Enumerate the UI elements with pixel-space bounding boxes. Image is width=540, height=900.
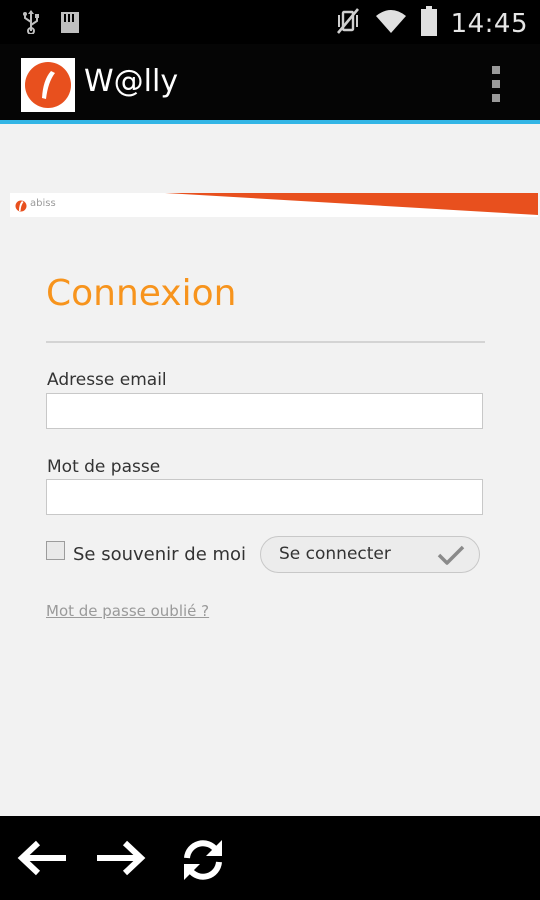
remember-me-row: Se souvenir de moi: [46, 540, 246, 565]
email-label: Adresse email: [47, 370, 167, 390]
bottom-nav-bar: [0, 816, 540, 900]
overflow-menu-icon[interactable]: [490, 66, 502, 102]
vibrate-off-icon: [335, 7, 361, 40]
status-bar: 14:45: [0, 0, 540, 44]
forgot-password-link[interactable]: Mot de passe oublié ?: [46, 602, 209, 620]
status-clock: 14:45: [450, 8, 528, 39]
login-button[interactable]: Se connecter: [260, 536, 480, 573]
brand-banner: abiss: [10, 193, 538, 217]
battery-icon: [420, 6, 437, 41]
wifi-icon: [375, 8, 407, 39]
wally-logo-icon[interactable]: [21, 58, 75, 112]
banner-brand-text: abiss: [30, 198, 56, 209]
forward-arrow-icon[interactable]: [95, 838, 147, 883]
sd-card-icon: [60, 10, 80, 39]
checkmark-icon: [437, 545, 465, 570]
page-title: Connexion: [46, 273, 237, 314]
email-field[interactable]: [46, 393, 483, 429]
back-arrow-icon[interactable]: [16, 838, 68, 883]
remember-me-label[interactable]: Se souvenir de moi: [73, 544, 246, 565]
remember-me-checkbox[interactable]: [46, 541, 65, 560]
login-button-label: Se connecter: [279, 544, 391, 564]
title-divider: [46, 341, 485, 343]
password-field[interactable]: [46, 479, 483, 515]
app-title: W@lly: [84, 64, 179, 99]
action-bar: W@lly: [0, 44, 540, 124]
password-label: Mot de passe: [47, 457, 161, 477]
usb-icon: [22, 10, 40, 39]
refresh-icon[interactable]: [178, 838, 228, 887]
